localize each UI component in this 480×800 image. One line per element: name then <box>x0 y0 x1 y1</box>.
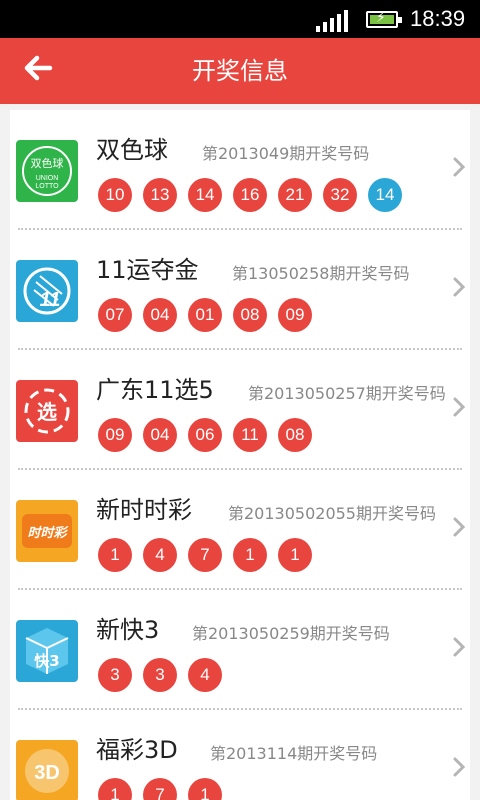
list-item-xinshishicai[interactable]: 时时彩 新时时彩 第20130502055期开奖号码 1 4 7 1 1 <box>10 470 470 590</box>
red-ball: 01 <box>188 298 222 332</box>
list-item-guangdong11xuan5[interactable]: 选 广东11选5 第2013050257期开奖号码 09 04 06 11 08 <box>10 350 470 470</box>
signal-icon <box>316 10 348 32</box>
lottery-name: 广东11选5 <box>96 376 214 404</box>
red-ball: 7 <box>188 538 222 572</box>
lottery-list: 双色球 UNION LOTTO 双色球 第2013049期开奖号码 10 13 … <box>10 110 470 800</box>
svg-text:选: 选 <box>37 400 57 424</box>
11yunduojin-logo-icon: 11 <box>16 260 78 322</box>
red-ball: 1 <box>188 778 222 800</box>
red-ball: 1 <box>278 538 312 572</box>
app-header: 开奖信息 <box>0 38 480 104</box>
list-item-xinkuai3[interactable]: 快3 新快3 第2013050259期开奖号码 3 3 4 <box>10 590 470 710</box>
chevron-right-icon <box>453 637 466 657</box>
xinkuai3-logo-icon: 快3 <box>16 620 78 682</box>
red-ball: 1 <box>98 538 132 572</box>
guangdong11xuan5-logo-icon: 选 <box>16 380 78 442</box>
blue-ball: 14 <box>368 178 402 212</box>
issue-number: 第20130502055期开奖号码 <box>228 504 436 523</box>
lottery-name: 新时时彩 <box>96 496 192 524</box>
lottery-name: 11运夺金 <box>96 256 199 284</box>
issue-number: 第2013050257期开奖号码 <box>248 384 446 403</box>
red-ball: 1 <box>233 538 267 572</box>
red-ball: 1 <box>98 778 132 800</box>
red-ball: 4 <box>143 538 177 572</box>
list-item-shuangseqiu[interactable]: 双色球 UNION LOTTO 双色球 第2013049期开奖号码 10 13 … <box>10 110 470 230</box>
fucai3d-logo-icon: 3D <box>16 740 78 800</box>
xinshishicai-logo-icon: 时时彩 <box>16 500 78 562</box>
red-ball: 09 <box>278 298 312 332</box>
red-ball: 3 <box>143 658 177 692</box>
issue-number: 第2013114期开奖号码 <box>210 744 378 763</box>
red-ball: 04 <box>143 418 177 452</box>
svg-text:UNION: UNION <box>36 175 59 182</box>
issue-number: 第2013049期开奖号码 <box>202 144 370 163</box>
issue-number: 第2013050259期开奖号码 <box>192 624 390 643</box>
red-ball: 14 <box>188 178 222 212</box>
chevron-right-icon <box>453 277 466 297</box>
red-ball: 07 <box>98 298 132 332</box>
svg-text:双色球: 双色球 <box>31 156 64 170</box>
red-ball: 16 <box>233 178 267 212</box>
red-ball: 10 <box>98 178 132 212</box>
list-item-fucai3d[interactable]: 3D 福彩3D 第2013114期开奖号码 1 7 1 <box>10 710 470 800</box>
shuangseqiu-logo-icon: 双色球 UNION LOTTO <box>16 140 78 202</box>
red-ball: 08 <box>233 298 267 332</box>
chevron-right-icon <box>453 757 466 777</box>
issue-number: 第13050258期开奖号码 <box>232 264 410 283</box>
chevron-right-icon <box>453 157 466 177</box>
status-bar: ⚡ 18:39 <box>0 0 480 38</box>
status-time: 18:39 <box>410 6 466 31</box>
red-ball: 08 <box>278 418 312 452</box>
red-ball: 32 <box>323 178 357 212</box>
red-ball: 04 <box>143 298 177 332</box>
chevron-right-icon <box>453 397 466 417</box>
red-ball: 21 <box>278 178 312 212</box>
lottery-name: 福彩3D <box>96 736 178 764</box>
list-item-11yunduojin[interactable]: 11 11运夺金 第13050258期开奖号码 07 04 01 08 09 <box>10 230 470 350</box>
lottery-name: 新快3 <box>96 616 160 644</box>
red-ball: 4 <box>188 658 222 692</box>
svg-text:3D: 3D <box>34 762 60 784</box>
lottery-name: 双色球 <box>96 136 168 164</box>
red-ball: 09 <box>98 418 132 452</box>
svg-text:LOTTO: LOTTO <box>35 183 59 190</box>
red-ball: 11 <box>233 418 267 452</box>
chevron-right-icon <box>453 517 466 537</box>
page-title: 开奖信息 <box>192 57 288 85</box>
svg-text:快3: 快3 <box>34 652 59 670</box>
battery-icon: ⚡ <box>366 10 402 28</box>
red-ball: 06 <box>188 418 222 452</box>
svg-text:时时彩: 时时彩 <box>27 525 68 541</box>
red-ball: 3 <box>98 658 132 692</box>
red-ball: 7 <box>143 778 177 800</box>
svg-text:11: 11 <box>40 289 61 311</box>
red-ball: 13 <box>143 178 177 212</box>
